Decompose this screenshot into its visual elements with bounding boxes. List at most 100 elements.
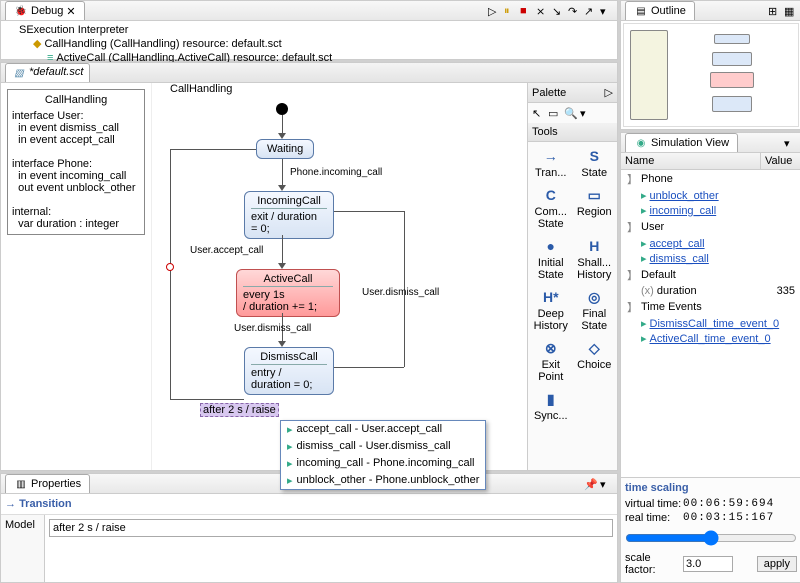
step-into-icon[interactable]: ↘	[551, 4, 565, 18]
chevron-icon[interactable]: ▷	[605, 86, 613, 99]
breakpoint-icon[interactable]	[166, 263, 174, 271]
interface-body: interface User: in event dismiss_call in…	[12, 110, 140, 230]
palette-item[interactable]: ◎Final State	[574, 285, 616, 334]
debug-tree[interactable]: SExecution Interpreter ◆CallHandling (Ca…	[1, 21, 617, 67]
event-icon: 】	[627, 171, 638, 187]
interface-definition[interactable]: CallHandling interface User: in event di…	[7, 89, 145, 235]
palette-item[interactable]: HShall... History	[574, 234, 616, 283]
pause-icon[interactable]: ⏸	[503, 4, 517, 18]
outline-tab[interactable]: ▤ Outline	[625, 1, 695, 20]
note-icon[interactable]: ▾	[579, 106, 593, 120]
debug-tab[interactable]: 🐞 Debug ✕	[5, 1, 85, 20]
autocomplete-item[interactable]: ▸unblock_other - Phone.unblock_other	[281, 472, 485, 489]
marquee-icon[interactable]: ▭	[547, 106, 561, 120]
sim-row[interactable]: ▸DismissCall_time_event_0	[621, 316, 800, 331]
menu-icon[interactable]: ▾	[599, 477, 613, 491]
outline-icon: ▤	[634, 4, 648, 18]
state-active[interactable]: ActiveCall every 1s / duration += 1;	[236, 269, 340, 317]
autocomplete-item[interactable]: ▸incoming_call - Phone.incoming_call	[281, 455, 485, 472]
stop-icon[interactable]: ■	[519, 4, 533, 18]
menu-icon[interactable]: ▾	[599, 4, 613, 18]
file-icon: ▧	[12, 66, 26, 80]
autocomplete-item[interactable]: ▸accept_call - User.accept_call	[281, 421, 485, 438]
sim-row[interactable]: ▸incoming_call	[621, 203, 800, 218]
state-dismiss[interactable]: DismissCall entry / duration = 0;	[244, 347, 334, 395]
sim-row[interactable]: ▸ActiveCall_time_event_0	[621, 331, 800, 346]
pin-icon[interactable]: 📌	[583, 477, 597, 491]
real-time-value: 00:03:15:167	[683, 512, 774, 524]
event-icon: (x)	[641, 285, 654, 297]
palette-title: Palette	[532, 87, 566, 99]
simulation-view: ◉ Simulation View ▾ Name Value 】Phone▸un…	[620, 132, 800, 583]
transition-label: User.dismiss_call	[234, 323, 311, 334]
time-scaling-panel: time scaling virtual time:00:06:59:694 r…	[621, 477, 800, 582]
step-return-icon[interactable]: ↗	[583, 4, 597, 18]
apply-button[interactable]: apply	[757, 556, 797, 572]
palette-item[interactable]: ▮Sync...	[530, 387, 572, 424]
bug-icon: 🐞	[14, 4, 28, 18]
interface-title: CallHandling	[12, 94, 140, 106]
simulation-title: Simulation View	[651, 137, 729, 149]
real-time-label: real time:	[625, 512, 683, 524]
tree-mode-icon[interactable]: ⊞	[767, 4, 781, 18]
event-icon: ▸	[641, 204, 647, 217]
sim-row[interactable]: ▸dismiss_call	[621, 251, 800, 266]
event-icon: ▸	[641, 237, 647, 250]
scale-factor-input[interactable]	[683, 556, 733, 572]
sim-row[interactable]: ▸accept_call	[621, 236, 800, 251]
editor-tab-label: *default.sct	[29, 66, 83, 80]
disconnect-icon[interactable]: ⨯	[535, 4, 549, 18]
tools-header[interactable]: Tools	[532, 126, 558, 138]
sim-row[interactable]: (x)duration335	[621, 284, 800, 298]
virtual-time-label: virtual time:	[625, 498, 683, 510]
close-icon[interactable]: ✕	[66, 5, 75, 18]
palette-item[interactable]: ●Initial State	[530, 234, 572, 283]
resume-icon[interactable]: ▷	[487, 4, 501, 18]
zoom-icon[interactable]: 🔍	[563, 106, 577, 120]
sim-row[interactable]: 】Phone	[621, 170, 800, 188]
palette-item[interactable]: ◇Choice	[574, 336, 616, 385]
sim-row[interactable]: 】User	[621, 218, 800, 236]
statechart-diagram[interactable]: CallHandling Waiting Phone.incoming_call…	[151, 83, 527, 470]
palette-item[interactable]: H*Deep History	[530, 285, 572, 334]
palette-item[interactable]: →Tran...	[530, 144, 572, 181]
step-over-icon[interactable]: ↷	[567, 4, 581, 18]
col-value[interactable]: Value	[761, 153, 800, 169]
autocomplete-item[interactable]: ▸dismiss_call - User.dismiss_call	[281, 438, 485, 455]
palette-item[interactable]: ⊗Exit Point	[530, 336, 572, 385]
sim-row[interactable]: 】Default	[621, 266, 800, 284]
properties-tab[interactable]: ▥ Properties	[5, 474, 90, 493]
properties-title: Properties	[31, 478, 81, 490]
menu-icon[interactable]: ▾	[783, 136, 797, 150]
debug-title: Debug	[31, 5, 63, 17]
pointer-icon[interactable]: ↖	[531, 106, 545, 120]
outline-view: ▤ Outline ⊞ ▦	[620, 0, 800, 130]
sim-icon: ◉	[634, 136, 648, 150]
editor-tab[interactable]: ▧ *default.sct	[5, 63, 90, 82]
debug-tree-item[interactable]: SExecution Interpreter	[19, 23, 617, 37]
selected-transition-label[interactable]: after 2 s / raise	[200, 403, 279, 417]
time-slider[interactable]	[625, 530, 797, 546]
editor-view: ▧ *default.sct CallHandling interface Us…	[0, 62, 618, 471]
autocomplete-popup: ▸accept_call - User.accept_call▸dismiss_…	[280, 420, 486, 490]
expression-input[interactable]	[49, 519, 613, 537]
state-incoming[interactable]: IncomingCall exit / duration = 0;	[244, 191, 334, 239]
debug-tree-item[interactable]: ◆CallHandling (CallHandling) resource: d…	[19, 37, 617, 51]
event-icon: ▸	[641, 332, 647, 345]
props-tab-model[interactable]: Model	[1, 515, 45, 582]
palette-item[interactable]: CCom... State	[530, 183, 572, 232]
simulation-tab[interactable]: ◉ Simulation View	[625, 133, 738, 152]
props-icon: ▥	[14, 477, 28, 491]
props-section: Transition	[19, 498, 72, 510]
palette-item[interactable]: ▭Region	[574, 183, 616, 232]
outline-title: Outline	[651, 5, 686, 17]
outline-minimap[interactable]	[623, 23, 799, 127]
state-waiting[interactable]: Waiting	[256, 139, 314, 159]
initial-state[interactable]	[276, 103, 288, 115]
palette: Palette ▷ ↖ ▭ 🔍 ▾ Tools →Tran...SStateCCo…	[527, 83, 617, 470]
overview-mode-icon[interactable]: ▦	[783, 4, 797, 18]
sim-row[interactable]: ▸unblock_other	[621, 188, 800, 203]
col-name[interactable]: Name	[621, 153, 761, 169]
palette-item[interactable]: SState	[574, 144, 616, 181]
sim-row[interactable]: 】Time Events	[621, 298, 800, 316]
